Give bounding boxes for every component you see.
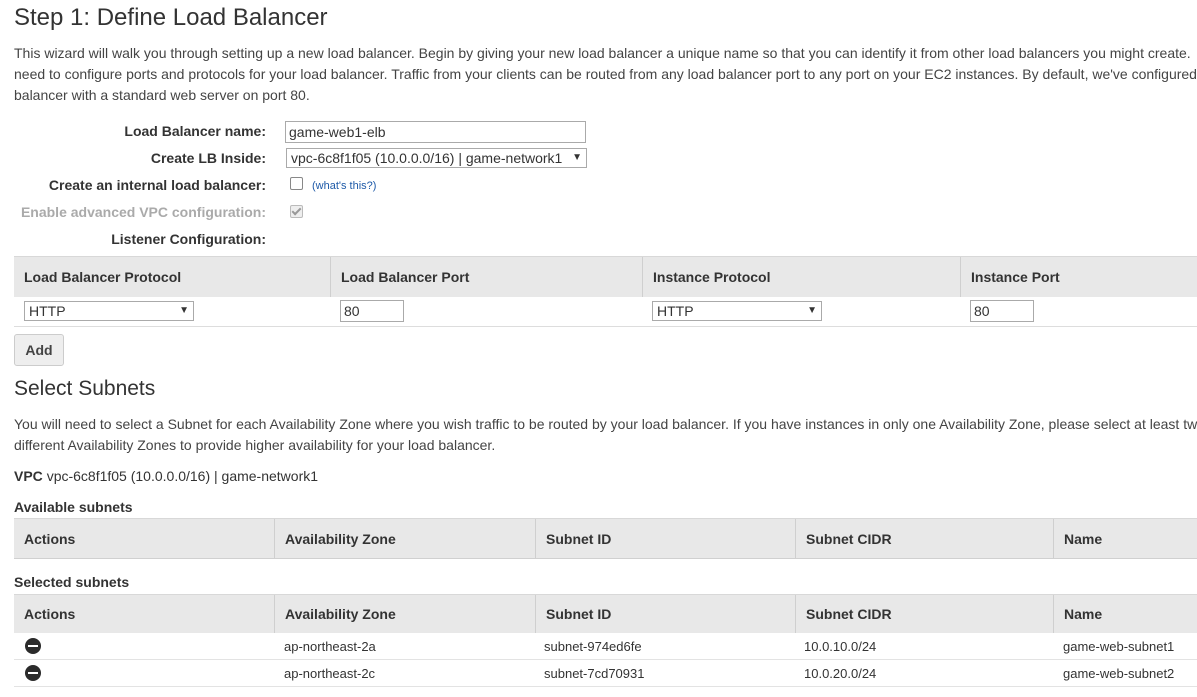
whats-this-link[interactable]: (what's this?) xyxy=(312,180,376,192)
remove-subnet-icon[interactable] xyxy=(25,638,41,654)
col-name: Name xyxy=(1053,595,1197,633)
instance-protocol-select[interactable]: HTTP ▼ xyxy=(652,301,822,321)
select-subnets-title: Select Subnets xyxy=(14,377,156,400)
intro-text-line3: balancer with a standard web server on p… xyxy=(14,87,310,103)
col-subnet-id: Subnet ID xyxy=(535,595,795,633)
table-row: ap-northeast-2a subnet-974ed6fe 10.0.10.… xyxy=(14,633,1197,660)
lb-protocol-value: HTTP xyxy=(29,303,66,319)
lb-name-label: Load Balancer name: xyxy=(124,123,266,139)
lb-name-input[interactable] xyxy=(285,121,586,143)
create-inside-select[interactable]: vpc-6c8f1f05 (10.0.0.0/16) | game-networ… xyxy=(286,148,587,168)
cell-az: ap-northeast-2c xyxy=(284,665,376,681)
cell-subnet-id: subnet-7cd70931 xyxy=(544,665,645,681)
chevron-down-icon: ▼ xyxy=(807,305,817,316)
lb-port-input[interactable] xyxy=(340,300,404,322)
col-actions: Actions xyxy=(24,530,76,547)
advanced-vpc-checkbox xyxy=(290,205,303,218)
listener-row: HTTP ▼ HTTP ▼ xyxy=(14,297,1197,327)
table-row: ap-northeast-2c subnet-7cd70931 10.0.20.… xyxy=(14,660,1197,687)
advanced-vpc-label: Enable advanced VPC configuration: xyxy=(20,204,266,220)
vpc-info: VPC vpc-6c8f1f05 (10.0.0.0/16) | game-ne… xyxy=(14,468,318,484)
create-inside-label: Create LB Inside: xyxy=(150,150,266,166)
chevron-down-icon: ▼ xyxy=(179,305,189,316)
subnets-desc-line2: different Availability Zones to provide … xyxy=(14,437,496,453)
intro-text-line2: need to configure ports and protocols fo… xyxy=(14,66,1197,82)
col-actions: Actions xyxy=(24,606,76,622)
available-subnets-header: Actions Availability Zone Subnet ID Subn… xyxy=(14,518,1197,559)
cell-subnet-id: subnet-974ed6fe xyxy=(544,638,642,654)
col-lb-protocol: Load Balancer Protocol xyxy=(24,269,182,285)
lb-protocol-select[interactable]: HTTP ▼ xyxy=(24,301,194,321)
page-title: Step 1: Define Load Balancer xyxy=(14,4,328,31)
cell-cidr: 10.0.10.0/24 xyxy=(804,638,877,654)
instance-port-input[interactable] xyxy=(970,300,1034,322)
chevron-down-icon: ▼ xyxy=(572,152,582,163)
col-instance-port: Instance Port xyxy=(960,257,1197,297)
listener-config-label: Listener Configuration: xyxy=(111,231,266,247)
internal-lb-label: Create an internal load balancer: xyxy=(48,177,266,193)
cell-name: game-web-subnet1 xyxy=(1063,638,1175,654)
col-availability-zone: Availability Zone xyxy=(274,595,535,633)
cell-az: ap-northeast-2a xyxy=(284,638,376,654)
selected-subnets-header: Actions Availability Zone Subnet ID Subn… xyxy=(14,594,1197,634)
available-subnets-label: Available subnets xyxy=(14,499,133,515)
vpc-value: vpc-6c8f1f05 (10.0.0.0/16) | game-networ… xyxy=(46,468,319,484)
col-subnet-cidr: Subnet CIDR xyxy=(795,519,1053,558)
remove-subnet-icon[interactable] xyxy=(25,665,41,681)
col-lb-port: Load Balancer Port xyxy=(330,257,642,297)
add-listener-button[interactable]: Add xyxy=(14,334,64,366)
col-availability-zone: Availability Zone xyxy=(274,519,535,558)
col-subnet-id: Subnet ID xyxy=(535,519,795,558)
listener-table-header: Load Balancer Protocol Load Balancer Por… xyxy=(14,256,1197,298)
create-inside-value: vpc-6c8f1f05 (10.0.0.0/16) | game-networ… xyxy=(291,150,563,166)
instance-protocol-value: HTTP xyxy=(657,303,694,319)
cell-name: game-web-subnet2 xyxy=(1063,665,1175,681)
internal-lb-checkbox[interactable] xyxy=(290,177,303,190)
subnets-desc-line1: You will need to select a Subnet for eac… xyxy=(14,416,1197,432)
col-name: Name xyxy=(1053,519,1197,558)
selected-subnets-label: Selected subnets xyxy=(14,574,130,590)
col-instance-protocol: Instance Protocol xyxy=(642,257,960,297)
cell-cidr: 10.0.20.0/24 xyxy=(804,665,877,681)
col-subnet-cidr: Subnet CIDR xyxy=(795,595,1053,633)
vpc-label: VPC xyxy=(14,468,43,484)
intro-text-line1: This wizard will walk you through settin… xyxy=(14,45,1191,61)
